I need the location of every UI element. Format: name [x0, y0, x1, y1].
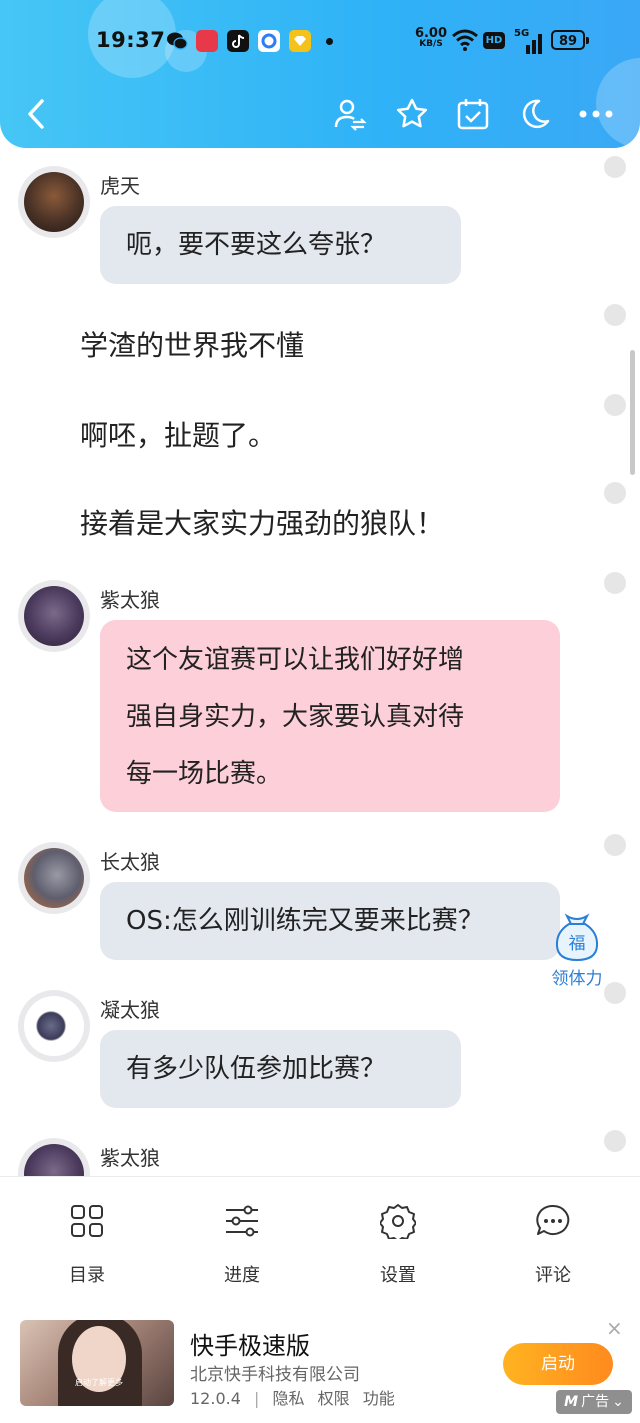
avatar[interactable]	[18, 166, 90, 238]
fortune-bag-badge[interactable]: 福 领体力	[544, 912, 610, 989]
fortune-bag-icon: 福	[554, 912, 600, 962]
paragraph-comment-dot[interactable]	[604, 394, 626, 416]
avatar[interactable]	[18, 990, 90, 1062]
bubble-line: 强自身实力，大家要认真对待	[126, 702, 465, 732]
app-header: 19:37 6.00 KB/S HD 5G 89	[0, 0, 640, 148]
speech-bubble: 呃，要不要这么夸张？	[100, 206, 461, 284]
ad-version: 12.0.4	[190, 1389, 241, 1408]
character-portrait	[24, 586, 84, 646]
back-icon[interactable]	[14, 92, 58, 136]
nav-item-settings[interactable]: 设置	[348, 1197, 448, 1287]
character-portrait	[24, 1144, 84, 1176]
ad-tag-mark: M	[564, 1394, 579, 1410]
ad-link-privacy[interactable]: 隐私	[272, 1389, 304, 1408]
ad-meta: 12.0.4 | 隐私 权限 功能	[190, 1385, 403, 1409]
bubble-line: 每一场比赛。	[126, 759, 283, 789]
paragraph-comment-dot[interactable]	[604, 482, 626, 504]
paragraph-comment-dot[interactable]	[604, 304, 626, 326]
chat-area[interactable]: 虎天 呃，要不要这么夸张？ 学渣的世界我不懂 啊呸，扯题了。 接着是大家实力强劲…	[0, 148, 640, 1176]
avatar[interactable]	[18, 1138, 90, 1176]
nav-item-label: 评论	[535, 1265, 571, 1286]
status-time: 19:37	[96, 28, 166, 52]
ad-image[interactable]: 启动了解更多	[20, 1320, 174, 1406]
reader-toolbar	[0, 92, 640, 140]
nav-item-comments[interactable]: 评论	[503, 1197, 603, 1287]
speech-bubble: 这个友谊赛可以让我们好好增 强自身实力，大家要认真对待 每一场比赛。	[100, 620, 560, 812]
paragraph-comment-dot[interactable]	[604, 1130, 626, 1152]
fortune-glyph: 福	[569, 934, 586, 954]
bubble-line: 这个友谊赛可以让我们好好增	[126, 645, 465, 675]
hd-badge: HD	[483, 32, 505, 49]
signal-bar	[526, 45, 530, 54]
fortune-label: 领体力	[551, 969, 603, 989]
wechat-icon	[166, 30, 188, 52]
more-notifications-dot	[326, 38, 333, 45]
chevron-down-icon: ⌄	[612, 1394, 624, 1410]
paragraph-comment-dot[interactable]	[604, 156, 626, 178]
shopping-app-icon	[196, 30, 218, 52]
net-speed: 6.00 KB/S	[414, 26, 448, 50]
paragraph-comment-dot[interactable]	[604, 572, 626, 594]
ad-tag[interactable]: M 广告 ⌄	[556, 1390, 632, 1414]
avatar[interactable]	[18, 842, 90, 914]
calendar-check-icon[interactable]	[451, 92, 495, 136]
grid-icon	[37, 1197, 137, 1245]
user-swap-icon[interactable]	[328, 92, 372, 136]
paragraph-comment-dot[interactable]	[604, 834, 626, 856]
close-icon[interactable]: ×	[606, 1318, 623, 1338]
scrollbar-thumb[interactable]	[630, 350, 635, 475]
ad-banner[interactable]: 启动了解更多 快手极速版 北京快手科技有限公司 12.0.4 | 隐私 权限 功…	[0, 1298, 640, 1423]
character-portrait	[24, 172, 84, 232]
tiktok-icon	[227, 30, 249, 52]
signal-type: 5G	[514, 28, 530, 39]
speaker-name: 凝太狼	[100, 998, 160, 1022]
comment-icon	[503, 1197, 603, 1245]
battery-indicator: 89	[551, 30, 589, 50]
ad-launch-button[interactable]: 启动	[503, 1343, 613, 1385]
status-bar: 19:37 6.00 KB/S HD 5G 89	[0, 22, 640, 62]
speaker-name: 紫太狼	[100, 1146, 160, 1170]
nav-item-label: 目录	[69, 1265, 105, 1286]
avatar[interactable]	[18, 580, 90, 652]
nav-item-progress[interactable]: 进度	[192, 1197, 292, 1287]
nav-item-catalog[interactable]: 目录	[37, 1197, 137, 1287]
net-speed-value: 6.00	[414, 26, 448, 41]
cellular-signal-icon: 5G	[514, 28, 544, 54]
speaker-name: 紫太狼	[100, 588, 160, 612]
ad-company: 北京快手科技有限公司	[190, 1365, 360, 1385]
character-portrait	[24, 996, 84, 1056]
signal-bar	[532, 40, 536, 54]
speech-bubble: 有多少队伍参加比赛？	[100, 1030, 461, 1108]
character-portrait	[24, 848, 84, 908]
nav-item-label: 进度	[224, 1265, 260, 1286]
ad-link-permissions[interactable]: 权限	[318, 1389, 350, 1408]
ad-image-caption: 启动了解更多	[75, 1378, 123, 1387]
speaker-name: 长太狼	[100, 850, 160, 874]
speaker-name: 虎天	[100, 174, 140, 198]
sliders-icon	[192, 1197, 292, 1245]
speech-bubble: OS:怎么刚训练完又要来比赛？	[100, 882, 560, 960]
wifi-icon	[451, 28, 479, 56]
ad-separator: |	[253, 1389, 260, 1408]
nav-item-label: 设置	[380, 1265, 416, 1286]
narration-text: 学渣的世界我不懂	[80, 329, 305, 362]
reward-app-icon	[289, 30, 311, 52]
ad-title[interactable]: 快手极速版	[190, 1326, 310, 1361]
ad-tag-label: 广告	[581, 1394, 610, 1410]
narration-text: 接着是大家实力强劲的狼队！	[80, 507, 445, 540]
narration-text: 啊呸，扯题了。	[80, 419, 277, 452]
more-icon[interactable]	[574, 92, 618, 136]
signal-bar	[538, 34, 542, 54]
browser-app-icon	[258, 30, 280, 52]
bottom-nav: 目录 进度 设置 评论	[0, 1176, 640, 1299]
moon-icon[interactable]	[512, 92, 556, 136]
ad-link-features[interactable]: 功能	[363, 1389, 395, 1408]
star-icon[interactable]	[390, 92, 434, 136]
gear-icon	[348, 1197, 448, 1245]
